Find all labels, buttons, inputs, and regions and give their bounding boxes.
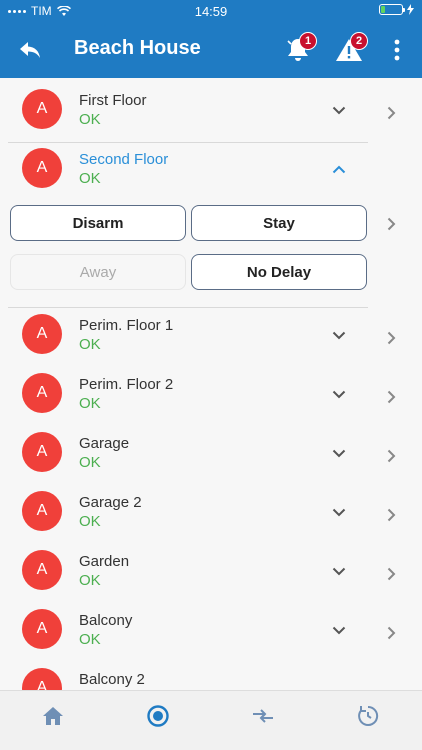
zone-name: Garden <box>79 553 130 570</box>
expand-button[interactable] <box>329 445 349 461</box>
chevron-right-icon <box>387 626 395 640</box>
expand-button[interactable] <box>329 504 349 520</box>
more-vert-icon <box>394 39 400 61</box>
open-zone-button[interactable] <box>383 566 399 582</box>
avatar: A <box>22 148 62 188</box>
chevron-down-icon <box>332 449 346 457</box>
alerts-button[interactable]: 2 <box>331 32 368 68</box>
stay-button[interactable]: Stay <box>191 205 367 241</box>
zone-name: Second Floor <box>79 151 169 168</box>
zone-row-balcony-2[interactable]: A Balcony 2 <box>0 662 422 690</box>
expand-button[interactable] <box>329 563 349 579</box>
no-delay-button[interactable]: No Delay <box>191 254 367 290</box>
zone-name: First Floor <box>79 92 147 109</box>
charging-icon <box>407 4 414 15</box>
zone-status: OK <box>79 111 101 128</box>
chevron-down-icon <box>332 508 346 516</box>
chevron-down-icon <box>332 390 346 398</box>
chevron-right-icon <box>387 567 395 581</box>
app-bar: Beach House 1 2 <box>0 22 422 78</box>
chevron-down-icon <box>332 106 346 114</box>
open-zone-button[interactable] <box>383 105 399 121</box>
away-button[interactable]: Away <box>10 254 186 290</box>
open-zone-button[interactable] <box>383 448 399 464</box>
status-bar: TIM 14:59 <box>0 0 422 22</box>
avatar: A <box>22 550 62 590</box>
zone-status: OK <box>79 454 101 471</box>
chevron-right-icon <box>387 331 395 345</box>
zone-row-first-floor[interactable]: A First Floor OK <box>0 83 422 142</box>
zone-list: A First Floor OK A Second Floor OK Disar… <box>0 78 422 690</box>
page-title: Beach House <box>74 37 201 59</box>
zone-name: Balcony 2 <box>79 671 145 688</box>
collapse-button[interactable] <box>329 161 349 177</box>
timer-icon <box>358 705 379 726</box>
avatar: A <box>22 432 62 472</box>
notifications-button[interactable]: 1 <box>280 32 317 68</box>
zone-name: Garage 2 <box>79 494 142 511</box>
overflow-menu-button[interactable] <box>379 32 415 68</box>
tab-status[interactable] <box>145 703 171 729</box>
open-zone-button[interactable] <box>383 330 399 346</box>
chevron-down-icon <box>332 567 346 575</box>
expand-button[interactable] <box>329 622 349 638</box>
bottom-tab-bar <box>0 690 422 750</box>
expand-button[interactable] <box>329 386 349 402</box>
clock: 14:59 <box>194 4 228 19</box>
zone-status: OK <box>79 170 101 187</box>
zone-status: OK <box>79 395 101 412</box>
zone-status: OK <box>79 513 101 530</box>
zone-name: Balcony <box>79 612 133 629</box>
zone-name: Garage <box>79 435 130 452</box>
disarm-button[interactable]: Disarm <box>10 205 186 241</box>
alerts-badge: 2 <box>350 32 368 50</box>
chevron-right-icon <box>387 449 395 463</box>
avatar: A <box>22 89 62 129</box>
battery-icon <box>379 4 405 15</box>
home-icon <box>43 707 63 725</box>
chevron-right-icon <box>387 390 395 404</box>
open-zone-button[interactable] <box>383 216 399 232</box>
chevron-up-icon <box>332 165 346 173</box>
zone-status: OK <box>79 631 101 648</box>
zone-row-garden[interactable]: A Garden OK <box>0 544 422 603</box>
zone-row-perim-floor-2[interactable]: A Perim. Floor 2 OK <box>0 367 422 426</box>
zone-row-perim-floor-1[interactable]: A Perim. Floor 1 OK <box>0 308 422 367</box>
zone-row-second-floor[interactable]: A Second Floor OK <box>0 142 422 201</box>
avatar: A <box>22 314 62 354</box>
back-button[interactable] <box>14 34 46 66</box>
zone-row-balcony[interactable]: A Balcony OK <box>0 603 422 662</box>
avatar: A <box>22 668 62 690</box>
record-icon <box>147 705 169 727</box>
arrow-back-icon <box>20 42 40 58</box>
transfer-icon <box>253 709 273 723</box>
zone-name: Perim. Floor 2 <box>79 376 174 393</box>
chevron-down-icon <box>332 626 346 634</box>
expand-button[interactable] <box>329 102 349 118</box>
open-zone-button[interactable] <box>383 389 399 405</box>
avatar: A <box>22 373 62 413</box>
chevron-down-icon <box>332 331 346 339</box>
chevron-right-icon <box>387 217 395 231</box>
zone-name: Perim. Floor 1 <box>79 317 174 334</box>
zone-status: OK <box>79 572 101 589</box>
tab-home[interactable] <box>40 703 66 729</box>
avatar: A <box>22 491 62 531</box>
avatar: A <box>22 609 62 649</box>
open-zone-button[interactable] <box>383 625 399 641</box>
open-zone-button[interactable] <box>383 507 399 523</box>
chevron-right-icon <box>387 106 395 120</box>
tab-transfer[interactable] <box>250 703 276 729</box>
chevron-right-icon <box>387 508 395 522</box>
expand-button[interactable] <box>329 327 349 343</box>
notifications-badge: 1 <box>299 32 317 50</box>
zone-row-garage[interactable]: A Garage OK <box>0 426 422 485</box>
tab-timer[interactable] <box>355 703 381 729</box>
status-right <box>379 4 414 15</box>
zone-status: OK <box>79 336 101 353</box>
zone-row-garage-2[interactable]: A Garage 2 OK <box>0 485 422 544</box>
